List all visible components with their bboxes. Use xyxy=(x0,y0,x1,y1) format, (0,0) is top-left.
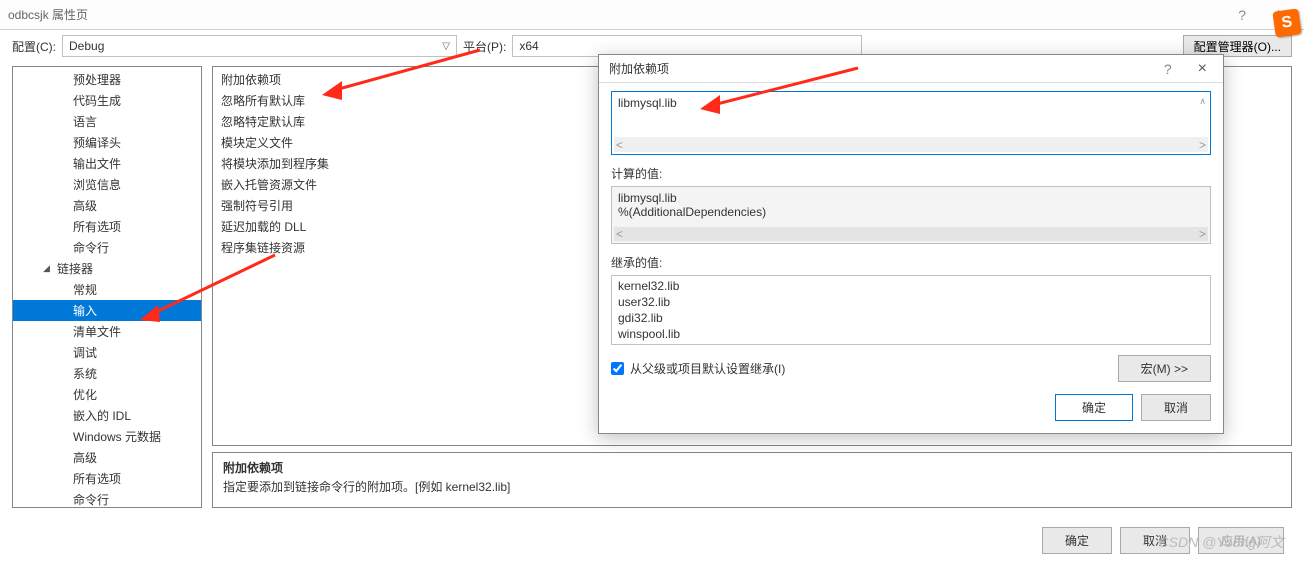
tree-item[interactable]: 嵌入的 IDL xyxy=(13,405,201,426)
description-box: 附加依赖项 指定要添加到链接命令行的附加项。[例如 kernel32.lib] xyxy=(212,452,1292,508)
horizontal-scrollbar[interactable]: <> xyxy=(614,227,1208,241)
dialog-title: 附加依赖项 xyxy=(609,60,1164,77)
horizontal-scrollbar[interactable]: <> xyxy=(614,137,1208,152)
tree-item[interactable]: 浏览信息 xyxy=(13,174,201,195)
tree-item[interactable]: 高级 xyxy=(13,195,201,216)
macro-button[interactable]: 宏(M) >> xyxy=(1118,355,1211,382)
inherited-item: gdi32.lib xyxy=(618,310,1204,326)
dialog-footer: 确定 取消 应用(A) xyxy=(1042,527,1284,554)
inherited-item: user32.lib xyxy=(618,294,1204,310)
watermark-badge: S xyxy=(1272,8,1301,37)
tree-item[interactable]: 预编译头 xyxy=(13,132,201,153)
help-icon[interactable]: ? xyxy=(1238,7,1246,23)
tree-item[interactable]: 预处理器 xyxy=(13,69,201,90)
tree-item[interactable]: 所有选项 xyxy=(13,468,201,489)
inherit-row: 从父级或项目默认设置继承(I) 宏(M) >> xyxy=(611,355,1211,382)
platform-label: 平台(P): xyxy=(463,38,506,55)
tree-item-input[interactable]: 输入 xyxy=(13,300,201,321)
tree-item[interactable]: 所有选项 xyxy=(13,216,201,237)
tree-item[interactable]: 优化 xyxy=(13,384,201,405)
edit-value: libmysql.lib xyxy=(618,96,1204,110)
computed-label: 计算的值: xyxy=(611,165,1211,182)
arrow-collapse-icon: ◢ xyxy=(43,263,53,274)
close-icon[interactable]: × xyxy=(1192,60,1213,78)
scroll-up-icon: ∧ xyxy=(1199,96,1206,107)
edit-textbox[interactable]: libmysql.lib ∧ <> xyxy=(611,91,1211,155)
inherited-item: winspool.lib xyxy=(618,326,1204,342)
apply-button[interactable]: 应用(A) xyxy=(1198,527,1284,554)
config-dropdown[interactable]: Debug ▽ xyxy=(62,35,457,57)
inherit-checkbox-label[interactable]: 从父级或项目默认设置继承(I) xyxy=(611,360,785,377)
tree-item[interactable]: Windows 元数据 xyxy=(13,426,201,447)
config-label: 配置(C): xyxy=(12,38,56,55)
tree-item[interactable]: 输出文件 xyxy=(13,153,201,174)
chevron-down-icon: ▽ xyxy=(442,41,450,52)
tree-item[interactable]: 命令行 xyxy=(13,237,201,258)
computed-line: %(AdditionalDependencies) xyxy=(618,205,1204,219)
ok-button[interactable]: 确定 xyxy=(1042,527,1112,554)
additional-deps-dialog: 附加依赖项 ? × libmysql.lib ∧ <> 计算的值: libmys… xyxy=(598,54,1224,434)
dialog-titlebar: 附加依赖项 ? × xyxy=(599,55,1223,83)
window-title: odbcsjk 属性页 xyxy=(8,6,1238,23)
window-titlebar: odbcsjk 属性页 ? × xyxy=(0,0,1304,30)
tree-item[interactable]: 命令行 xyxy=(13,489,201,508)
tree-item[interactable]: 语言 xyxy=(13,111,201,132)
dialog-body: libmysql.lib ∧ <> 计算的值: libmysql.lib %(A… xyxy=(599,83,1223,433)
tree-item[interactable]: 清单文件 xyxy=(13,321,201,342)
inherit-checkbox[interactable] xyxy=(611,362,624,375)
config-value: Debug xyxy=(69,39,104,53)
tree-item[interactable]: 高级 xyxy=(13,447,201,468)
tree-item[interactable]: 调试 xyxy=(13,342,201,363)
help-icon[interactable]: ? xyxy=(1164,61,1172,77)
ok-button[interactable]: 确定 xyxy=(1055,394,1133,421)
description-title: 附加依赖项 xyxy=(223,459,1281,476)
inherited-item: kernel32.lib xyxy=(618,278,1204,294)
category-tree[interactable]: 预处理器 代码生成 语言 预编译头 输出文件 浏览信息 高级 所有选项 命令行 … xyxy=(12,66,202,508)
computed-values-box: libmysql.lib %(AdditionalDependencies) <… xyxy=(611,186,1211,244)
cancel-button[interactable]: 取消 xyxy=(1120,527,1190,554)
computed-line: libmysql.lib xyxy=(618,191,1204,205)
tree-category-linker[interactable]: ◢链接器 xyxy=(13,258,201,279)
tree-item[interactable]: 系统 xyxy=(13,363,201,384)
dialog-footer: 确定 取消 xyxy=(611,394,1211,421)
inherited-values-list[interactable]: kernel32.lib user32.lib gdi32.lib winspo… xyxy=(611,275,1211,345)
tree-item[interactable]: 代码生成 xyxy=(13,90,201,111)
inherited-label: 继承的值: xyxy=(611,254,1211,271)
cancel-button[interactable]: 取消 xyxy=(1141,394,1211,421)
inherit-label-text: 从父级或项目默认设置继承(I) xyxy=(630,360,785,377)
tree-item[interactable]: 常规 xyxy=(13,279,201,300)
platform-value: x64 xyxy=(519,39,538,53)
description-body: 指定要添加到链接命令行的附加项。[例如 kernel32.lib] xyxy=(223,478,1281,495)
